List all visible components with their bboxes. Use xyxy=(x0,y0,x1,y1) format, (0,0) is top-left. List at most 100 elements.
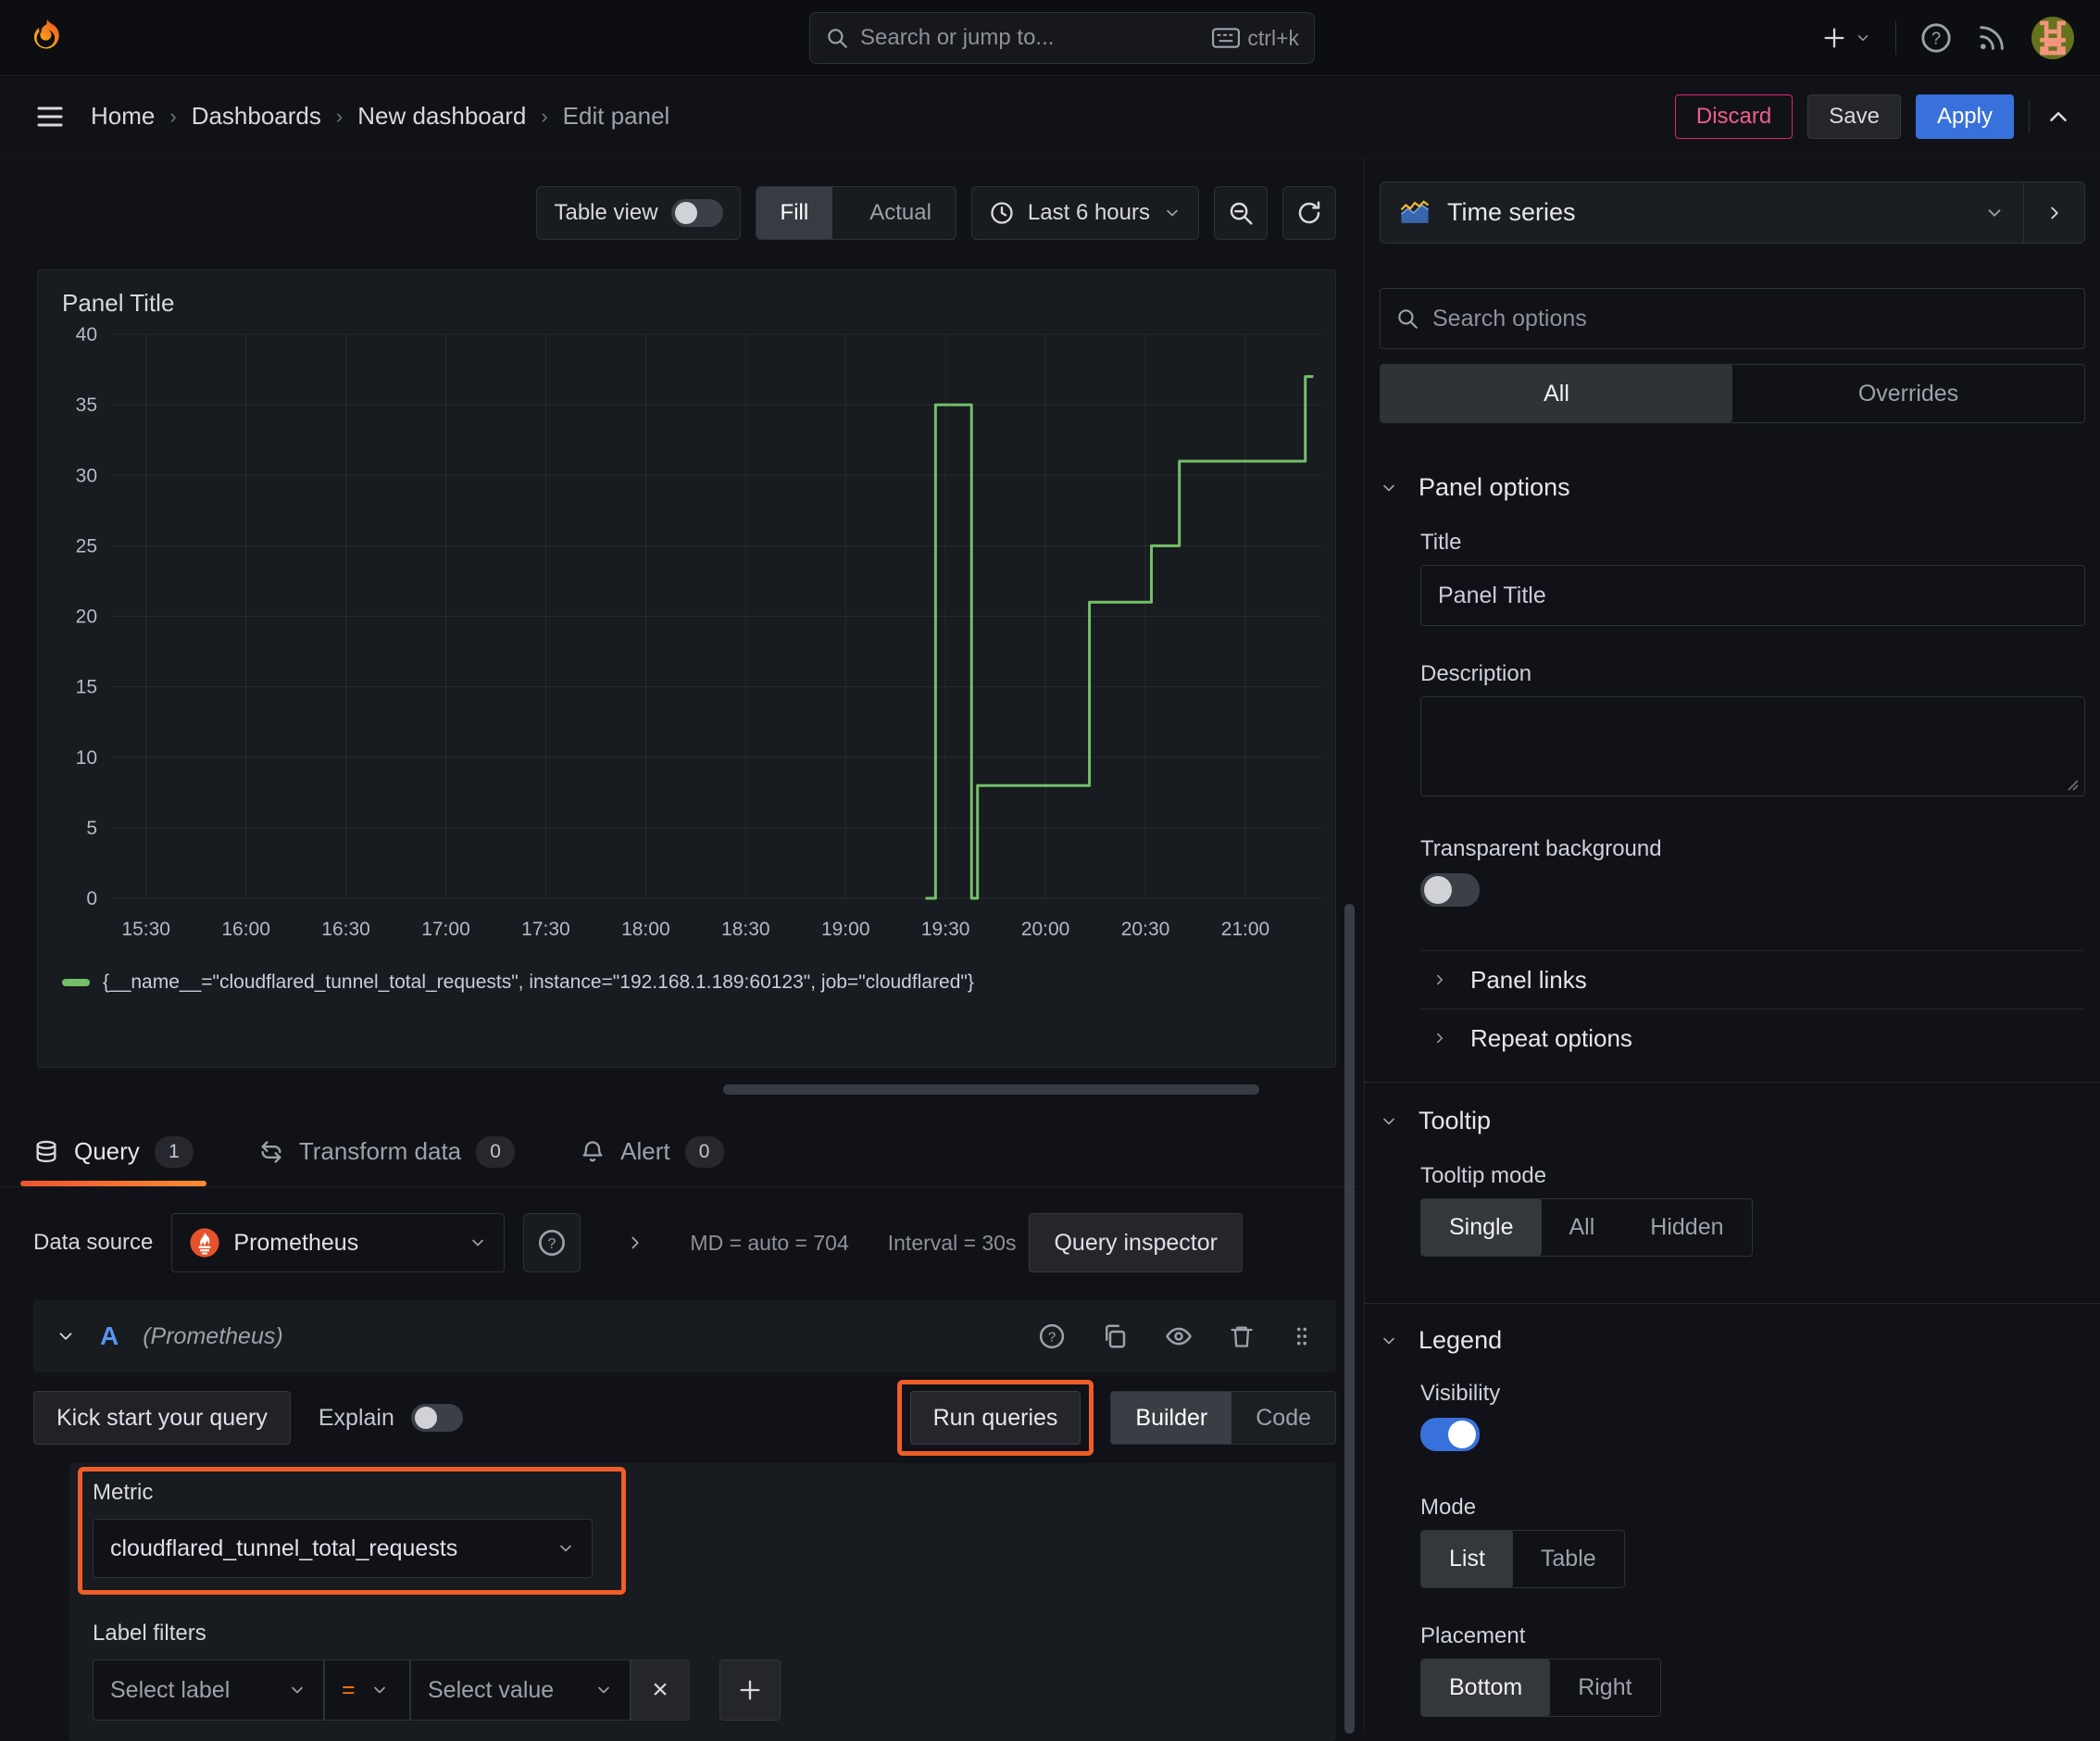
help-icon[interactable]: ? xyxy=(1920,22,1952,54)
code-option[interactable]: Code xyxy=(1231,1392,1335,1444)
fill-actual-segmented: Fill Actual xyxy=(756,186,956,240)
legend-mode-table[interactable]: Table xyxy=(1513,1531,1624,1587)
user-avatar[interactable] xyxy=(2031,17,2074,59)
chevron-down-icon xyxy=(1380,479,1398,497)
remove-filter-button[interactable]: × xyxy=(631,1660,690,1721)
legend-section-header[interactable]: Legend xyxy=(1380,1326,2085,1355)
run-queries-button[interactable]: Run queries xyxy=(910,1391,1081,1445)
collapse-query-chevron-down-icon[interactable] xyxy=(56,1326,76,1346)
legend-mode-label: Mode xyxy=(1420,1495,2085,1521)
duplicate-query-icon[interactable] xyxy=(1101,1322,1129,1350)
explain-control: Explain xyxy=(319,1404,463,1432)
table-view-toggle[interactable] xyxy=(671,199,723,227)
panel-options-sidebar: Time series Search options All Overrides xyxy=(1364,158,2100,1734)
breadcrumb-home[interactable]: Home xyxy=(91,102,155,131)
interval-stat: Interval = 30s xyxy=(888,1231,1017,1256)
repeat-options-section-header[interactable]: Repeat options xyxy=(1420,1009,2085,1067)
table-view-control[interactable]: Table view xyxy=(536,186,740,240)
section-divider xyxy=(1365,1303,2100,1304)
query-help-icon[interactable]: ? xyxy=(1038,1322,1066,1350)
clock-icon xyxy=(989,200,1015,226)
query-row-header[interactable]: A (Prometheus) ? xyxy=(33,1300,1336,1372)
expand-stats-chevron-right-icon[interactable] xyxy=(625,1233,645,1253)
chevron-right-icon xyxy=(1431,971,1448,988)
legend-placement-bottom[interactable]: Bottom xyxy=(1421,1660,1550,1716)
legend-visibility-label: Visibility xyxy=(1420,1381,2085,1407)
tooltip-mode-single[interactable]: Single xyxy=(1421,1199,1542,1256)
discard-button[interactable]: Discard xyxy=(1675,94,1793,139)
grafana-logo[interactable] xyxy=(26,17,69,59)
legend-series-swatch[interactable] xyxy=(62,979,90,986)
tab-alert[interactable]: Alert 0 xyxy=(580,1117,723,1186)
select-value-dropdown[interactable]: Select value xyxy=(410,1660,631,1721)
operator-dropdown[interactable]: = xyxy=(324,1660,410,1721)
search-options-input[interactable]: Search options xyxy=(1380,288,2085,349)
tooltip-mode-all[interactable]: All xyxy=(1542,1199,1623,1256)
legend-placement-right[interactable]: Right xyxy=(1550,1660,1659,1716)
transparent-background-toggle[interactable] xyxy=(1420,873,1480,907)
tooltip-mode-segmented: Single All Hidden xyxy=(1420,1198,1753,1257)
datasource-row: Data source Prometheus ? xyxy=(0,1187,1363,1272)
legend-series-label[interactable]: {__name__="cloudflared_tunnel_total_requ… xyxy=(103,971,974,994)
help-glyph: ? xyxy=(548,1236,556,1252)
tooltip-section-header[interactable]: Tooltip xyxy=(1380,1107,2085,1135)
collapse-header-chevron-up-icon[interactable] xyxy=(2044,103,2072,131)
title-label: Title xyxy=(1420,530,2085,556)
kick-start-query-button[interactable]: Kick start your query xyxy=(33,1391,291,1445)
query-inspector-button[interactable]: Query inspector xyxy=(1029,1213,1242,1272)
delete-query-trash-icon[interactable] xyxy=(1229,1322,1255,1350)
resize-grip-icon[interactable] xyxy=(2065,777,2080,792)
apply-button[interactable]: Apply xyxy=(1916,94,2014,139)
hamburger-menu-icon[interactable] xyxy=(33,100,67,133)
time-series-chart[interactable]: 051015202530354015:3016:0016:3017:0017:3… xyxy=(45,318,1328,966)
breadcrumb-dashboards[interactable]: Dashboards xyxy=(192,102,321,131)
save-button[interactable]: Save xyxy=(1807,94,1901,139)
filter-overrides-option[interactable]: Overrides xyxy=(1732,365,2084,422)
breadcrumb: Home › Dashboards › New dashboard › Edit… xyxy=(91,102,669,131)
help-glyph: ? xyxy=(1931,28,1941,47)
main-vertical-scrollbar[interactable] xyxy=(1344,904,1355,1734)
viz-type-select[interactable]: Time series xyxy=(1381,182,2023,243)
svg-text:18:00: 18:00 xyxy=(621,919,670,940)
breadcrumb-new-dashboard[interactable]: New dashboard xyxy=(357,102,526,131)
tab-query[interactable]: Query 1 xyxy=(33,1117,194,1186)
tooltip-mode-hidden[interactable]: Hidden xyxy=(1622,1199,1751,1256)
search-icon xyxy=(1395,307,1419,331)
panel-title-input[interactable] xyxy=(1420,565,2085,626)
toggle-visibility-eye-icon[interactable] xyxy=(1164,1322,1194,1350)
drag-handle-grip-icon[interactable] xyxy=(1290,1322,1314,1350)
select-label-dropdown[interactable]: Select label xyxy=(93,1660,324,1721)
datasource-picker[interactable]: Prometheus xyxy=(171,1213,505,1272)
prometheus-icon xyxy=(189,1227,220,1259)
collapse-sidebar-button[interactable] xyxy=(2023,182,2084,243)
add-new-button[interactable] xyxy=(1821,25,1871,51)
actual-option[interactable]: Actual xyxy=(845,187,956,239)
svg-text:10: 10 xyxy=(76,747,97,769)
news-rss-icon[interactable] xyxy=(1976,22,2007,54)
search-options-placeholder: Search options xyxy=(1432,306,1587,332)
explain-toggle[interactable] xyxy=(411,1404,463,1432)
add-filter-button[interactable] xyxy=(719,1660,781,1721)
zoom-out-time-button[interactable] xyxy=(1214,186,1268,240)
bell-icon xyxy=(580,1139,606,1165)
filter-all-option[interactable]: All xyxy=(1381,365,1732,422)
panel-links-section-header[interactable]: Panel links xyxy=(1420,951,2085,1008)
global-search-input[interactable]: Search or jump to... ctrl+k xyxy=(809,12,1315,64)
fill-option[interactable]: Fill xyxy=(756,187,833,239)
zoom-out-icon xyxy=(1227,199,1255,227)
legend-mode-list[interactable]: List xyxy=(1421,1531,1513,1587)
legend-visibility-toggle[interactable] xyxy=(1420,1418,1480,1451)
tab-transform-data[interactable]: Transform data 0 xyxy=(258,1117,515,1186)
pane-resize-handle[interactable] xyxy=(723,1084,1259,1095)
panel-options-section-header[interactable]: Panel options xyxy=(1380,473,2085,502)
metric-select[interactable]: cloudflared_tunnel_total_requests xyxy=(93,1519,593,1578)
chevron-down-icon xyxy=(469,1234,487,1252)
builder-option[interactable]: Builder xyxy=(1111,1392,1231,1444)
metric-value: cloudflared_tunnel_total_requests xyxy=(110,1535,457,1562)
time-range-picker[interactable]: Last 6 hours xyxy=(971,186,1199,240)
chart-legend: {__name__="cloudflared_tunnel_total_requ… xyxy=(45,966,1328,994)
refresh-button[interactable] xyxy=(1282,186,1336,240)
datasource-help-button[interactable]: ? xyxy=(523,1213,581,1272)
panel-description-textarea[interactable] xyxy=(1420,696,2085,796)
panel-preview[interactable]: Panel Title 051015202530354015:3016:0016… xyxy=(37,269,1336,1068)
